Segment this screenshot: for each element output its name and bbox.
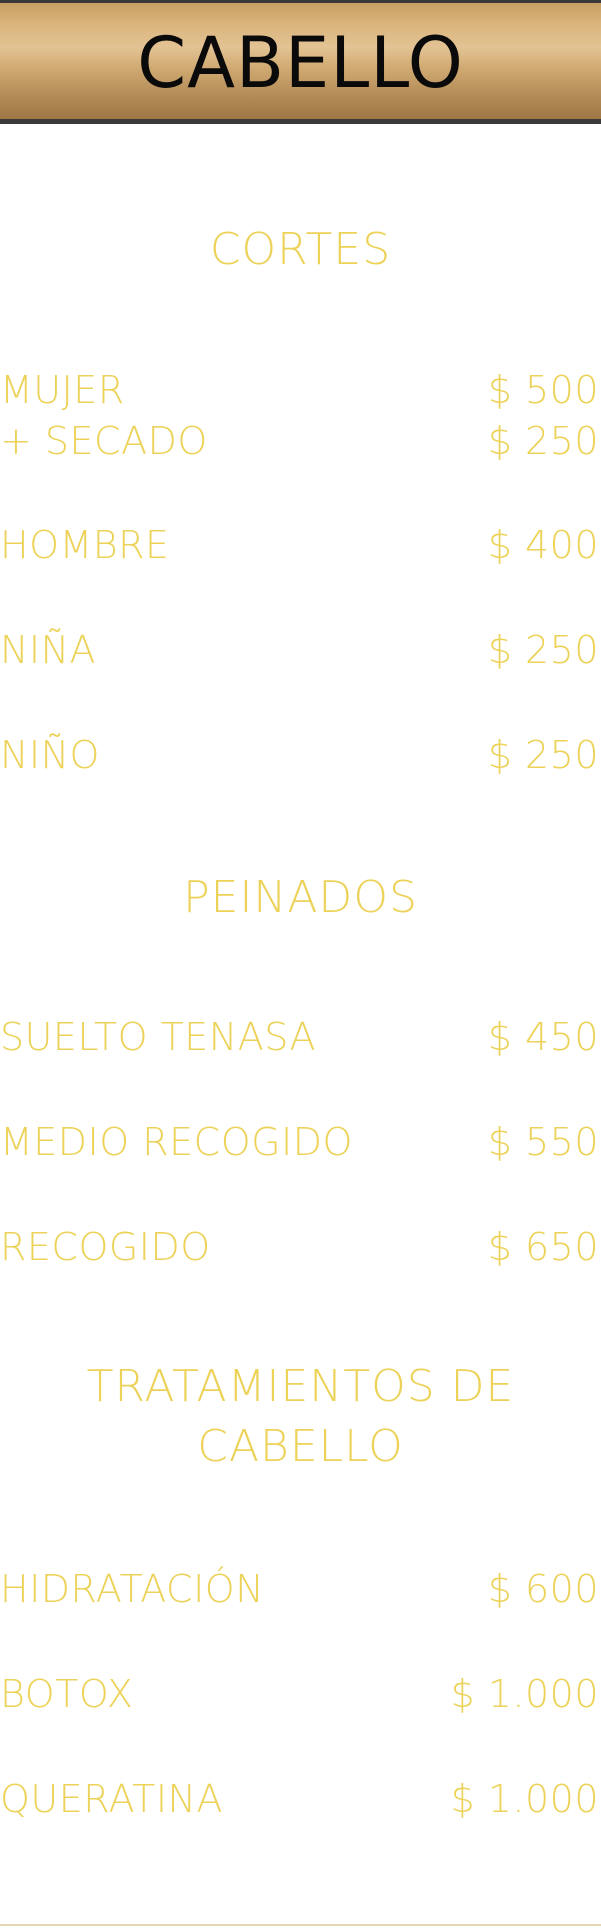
- service-name: SUELTO TENASA: [0, 1015, 317, 1059]
- service-price: $ 650: [487, 1225, 599, 1269]
- service-name: QUERATINA: [0, 1777, 223, 1821]
- service-price: $ 1.000: [450, 1672, 599, 1716]
- list-item: NIÑO $ 250: [0, 727, 601, 783]
- list-item: BOTOX $ 1.000: [0, 1666, 601, 1722]
- header-banner: CABELLO: [0, 0, 601, 124]
- service-name: HIDRATACIÓN: [0, 1567, 265, 1611]
- service-price: $ 600: [487, 1567, 599, 1611]
- service-price: $ 250: [487, 628, 599, 672]
- service-name: RECOGIDO: [0, 1225, 211, 1269]
- service-name: MEDIO RECOGIDO: [0, 1120, 353, 1164]
- page-title: CABELLO: [137, 22, 464, 104]
- service-name: BOTOX: [0, 1672, 134, 1716]
- service-price: $ 250: [487, 419, 599, 463]
- list-item: RECOGIDO $ 650: [0, 1219, 601, 1275]
- price-list-page: CABELLO CORTES MUJER $ 500 + SECADO $ 25…: [0, 0, 601, 1931]
- list-item: MEDIO RECOGIDO $ 550: [0, 1114, 601, 1170]
- section-title-peinados: PEINADOS: [183, 872, 418, 923]
- bottom-divider: [0, 1924, 601, 1926]
- section-title-tratamientos-line1: TRATAMIENTOS DE: [86, 1361, 515, 1412]
- list-item: SUELTO TENASA $ 450: [0, 1009, 601, 1065]
- service-price: $ 550: [487, 1120, 599, 1164]
- service-name: + SECADO: [0, 419, 208, 463]
- service-price: $ 400: [487, 523, 599, 567]
- service-name: NIÑO: [0, 733, 100, 777]
- list-item: HOMBRE $ 400: [0, 517, 601, 573]
- list-item: HIDRATACIÓN $ 600: [0, 1561, 601, 1617]
- list-item: QUERATINA $ 1.000: [0, 1771, 601, 1827]
- section-title-tratamientos-line2: CABELLO: [197, 1421, 404, 1472]
- service-price: $ 500: [487, 368, 599, 412]
- list-item: MUJER $ 500: [0, 362, 601, 418]
- service-price: $ 250: [487, 733, 599, 777]
- service-name: NIÑA: [0, 628, 97, 672]
- service-name: MUJER: [0, 368, 125, 412]
- list-item: NIÑA $ 250: [0, 622, 601, 678]
- service-price: $ 450: [487, 1015, 599, 1059]
- service-price: $ 1.000: [450, 1777, 599, 1821]
- list-item: + SECADO $ 250: [0, 413, 601, 469]
- service-name: HOMBRE: [0, 523, 170, 567]
- section-title-cortes: CORTES: [209, 224, 392, 275]
